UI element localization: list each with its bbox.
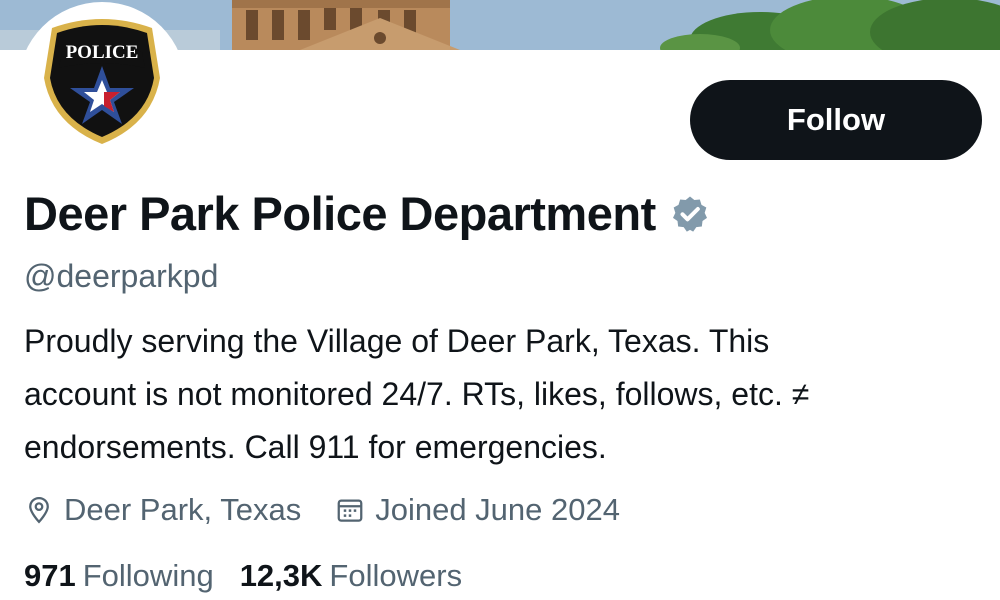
profile-meta: Deer Park, Texas Joined June 2024 [24,492,654,528]
display-name: Deer Park Police Department [24,187,656,240]
bio-line: endorsements. Call 911 for emergencies. [24,429,607,465]
joined-item: Joined June 2024 [335,492,620,528]
following-count: 971 [24,558,76,593]
bio-line: Proudly serving the Village of Deer Park… [24,323,770,359]
location-pin-icon [29,496,49,524]
bio-line: account is not monitored 24/7. RTs, like… [24,376,810,412]
following-label: Following [82,558,214,593]
follow-button[interactable]: Follow [690,80,982,160]
followers-label: Followers [329,558,463,593]
police-badge-logo: POLICE [44,19,160,144]
user-handle: @deerparkpd [24,258,219,294]
verified-badge-icon[interactable] [670,194,710,234]
calendar-icon [337,499,363,522]
follow-stats: 971 Following 12,3K Followers [24,558,488,594]
location-item: Deer Park, Texas [24,492,301,528]
following-link[interactable]: 971 Following [24,558,214,594]
avatar[interactable]: POLICE [18,2,186,170]
location-text: Deer Park, Texas [64,492,302,527]
profile-bio: Proudly serving the Village of Deer Park… [24,315,984,474]
followers-link[interactable]: 12,3K Followers [240,558,462,594]
name-row: Deer Park Police Department [24,186,710,241]
followers-count: 12,3K [239,558,323,593]
joined-date: Joined June 2024 [375,492,620,527]
avatar-image: POLICE [24,8,180,164]
badge-text: POLICE [66,42,139,63]
